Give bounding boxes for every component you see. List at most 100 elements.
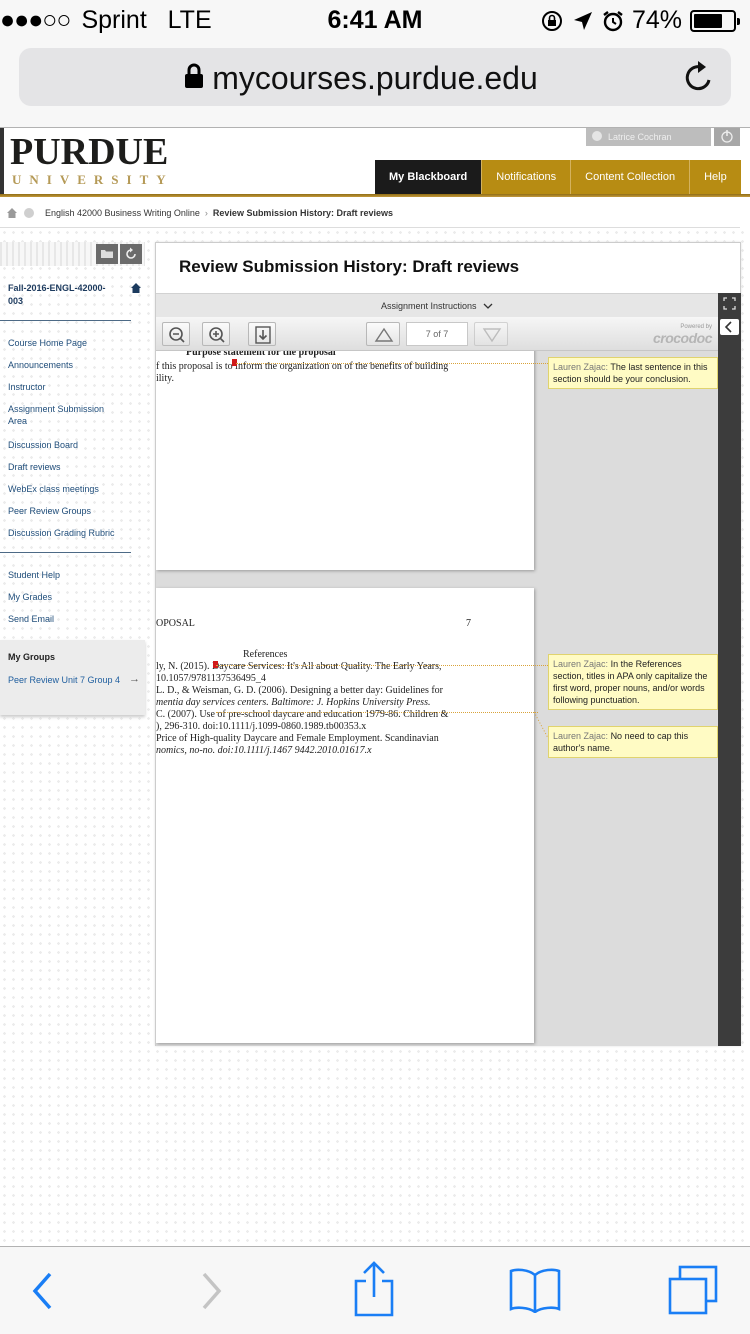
crocodoc-logo: crocodoc	[652, 330, 713, 346]
battery-percent: 74%	[631, 6, 682, 34]
refresh-menu-button[interactable]	[120, 244, 142, 264]
reference-line: L. D., & Weisman, G. D. (2006). Designin…	[156, 685, 444, 696]
folder-view-button[interactable]	[96, 244, 118, 264]
fullscreen-icon[interactable]	[723, 297, 736, 310]
browser-toolbar: mycourses.purdue.edu	[0, 42, 750, 128]
rotation-lock-icon	[541, 10, 562, 31]
document-viewer[interactable]: Purpose statement for the proposal f thi…	[156, 351, 718, 1046]
purdue-logo-subtitle: UNIVERSITY	[12, 172, 174, 187]
comment-author: Lauren Zajac:	[553, 362, 609, 372]
chevron-left-icon	[724, 321, 732, 333]
zoom-out-button[interactable]	[162, 322, 190, 346]
crocodoc-branding: Powered by crocodoc	[652, 324, 713, 346]
comment-author: Lauren Zajac:	[553, 659, 609, 669]
menu-divider	[0, 552, 131, 553]
annotation-connector	[236, 363, 548, 364]
course-title[interactable]: Fall-2016-ENGL-42000-003	[8, 282, 118, 308]
document-page: Purpose statement for the proposal f thi…	[156, 351, 534, 570]
breadcrumb: English 42000 Business Writing Online › …	[0, 198, 740, 228]
status-right: 74%	[540, 6, 740, 35]
previous-page-button[interactable]	[366, 322, 400, 346]
reload-icon[interactable]	[683, 60, 715, 94]
sidebar-item-instructor[interactable]: Instructor	[8, 381, 133, 393]
course-menu-toolbar	[0, 242, 145, 266]
address-bar[interactable]: mycourses.purdue.edu	[19, 48, 731, 106]
menu-divider	[0, 320, 131, 321]
group-link[interactable]: Peer Review Unit 7 Group 4	[8, 674, 126, 686]
download-button[interactable]	[248, 322, 276, 346]
breadcrumb-course-link[interactable]: English 42000 Business Writing Online	[45, 208, 200, 218]
triangle-up-icon	[374, 327, 394, 342]
folder-icon	[101, 250, 113, 258]
purdue-logo[interactable]: PURDUE	[10, 130, 168, 174]
annotation-connector	[216, 712, 538, 713]
battery-icon	[690, 9, 740, 32]
top-nav-tabs: My Blackboard Notifications Content Coll…	[375, 160, 741, 195]
tab-my-blackboard[interactable]: My Blackboard	[375, 160, 482, 195]
breadcrumb-menu-icon[interactable]	[24, 207, 34, 218]
sidebar-item-draft-reviews[interactable]: Draft reviews	[8, 461, 133, 473]
tab-notifications[interactable]: Notifications	[481, 160, 571, 195]
site-header: PURDUE UNIVERSITY Latrice Cochran My Bla…	[0, 128, 750, 197]
sidebar-item-send-email[interactable]: Send Email	[8, 613, 133, 625]
triangle-down-icon	[482, 328, 502, 343]
document-text-line: ility.	[156, 373, 174, 384]
section-heading: Purpose statement for the proposal	[186, 351, 336, 358]
tab-help[interactable]: Help	[689, 160, 741, 195]
logout-button[interactable]	[714, 128, 740, 146]
battery-fill	[694, 13, 723, 28]
comment-author: Lauren Zajac:	[553, 731, 609, 741]
location-arrow-icon	[573, 11, 592, 30]
breadcrumb-separator: ›	[204, 207, 208, 218]
sidebar-item-grading-rubric[interactable]: Discussion Grading Rubric	[8, 527, 133, 539]
course-home-icon[interactable]	[130, 282, 142, 294]
next-page-button[interactable]	[474, 322, 508, 346]
annotation-comment[interactable]: Lauren Zajac: In the References section,…	[548, 654, 718, 710]
sidebar-item-discussion-board[interactable]: Discussion Board	[8, 439, 133, 451]
share-icon[interactable]	[352, 1261, 396, 1317]
viewer-toolbar: 7 of 7 Powered by crocodoc	[156, 317, 718, 351]
sidebar-item-course-home[interactable]: Course Home Page	[8, 337, 133, 349]
alarm-icon	[603, 10, 623, 31]
my-groups-title: My Groups	[8, 652, 56, 662]
forward-arrow-icon[interactable]	[196, 1271, 226, 1311]
annotation-connector	[216, 665, 548, 666]
tabs-icon[interactable]	[666, 1265, 720, 1317]
refresh-icon	[126, 247, 136, 259]
sidebar-item-webex[interactable]: WebEx class meetings	[8, 483, 133, 495]
my-groups-panel: My Groups Peer Review Unit 7 Group 4 →	[0, 640, 145, 715]
reference-line: C. (2007). Use of pre-school daycare and…	[156, 709, 449, 720]
home-icon[interactable]	[6, 207, 18, 219]
reference-line: ly, N. (2015). Daycare Services: It's Al…	[156, 661, 442, 672]
page-indicator[interactable]: 7 of 7	[406, 322, 468, 346]
content-panel: Review Submission History: Draft reviews…	[155, 242, 741, 1046]
chevron-down-icon	[483, 303, 493, 309]
running-head: OPOSAL	[156, 618, 195, 629]
sidebar-item-assignment-submission[interactable]: Assignment Submission Area	[8, 403, 123, 427]
sidebar-item-my-grades[interactable]: My Grades	[8, 591, 133, 603]
tab-content-collection[interactable]: Content Collection	[570, 160, 690, 195]
annotation-rail	[718, 293, 741, 1046]
sidebar-item-peer-review-groups[interactable]: Peer Review Groups	[8, 505, 133, 517]
arrow-right-icon[interactable]: →	[129, 673, 140, 685]
breadcrumb-current: Review Submission History: Draft reviews	[212, 207, 393, 218]
reference-line: 10.1057/9781137536495_4	[156, 673, 266, 684]
user-menu[interactable]: Latrice Cochran	[586, 128, 711, 146]
zoom-out-icon	[169, 327, 185, 343]
zoom-in-button[interactable]	[202, 322, 230, 346]
bookmarks-icon[interactable]	[508, 1267, 562, 1313]
browser-bottom-toolbar	[0, 1246, 750, 1334]
sidebar-item-announcements[interactable]: Announcements	[8, 359, 133, 371]
annotation-comment[interactable]: Lauren Zajac: The last sentence in this …	[548, 357, 718, 389]
assignment-instructions-toggle[interactable]: Assignment Instructions	[156, 293, 718, 317]
reference-line: mentia day services centers. Baltimore: …	[156, 697, 431, 708]
header-divider	[0, 194, 750, 197]
assignment-instructions-label: Assignment Instructions	[380, 301, 477, 311]
annotation-comment[interactable]: Lauren Zajac: No need to cap this author…	[548, 726, 718, 758]
document-page: OPOSAL 7 References ly, N. (2015). Dayca…	[156, 588, 534, 1043]
back-arrow-icon[interactable]	[28, 1271, 58, 1311]
zoom-in-icon	[209, 327, 225, 343]
collapse-sidebar-button[interactable]	[720, 319, 739, 335]
page-number: 7	[466, 618, 471, 629]
sidebar-item-student-help[interactable]: Student Help	[8, 569, 133, 581]
